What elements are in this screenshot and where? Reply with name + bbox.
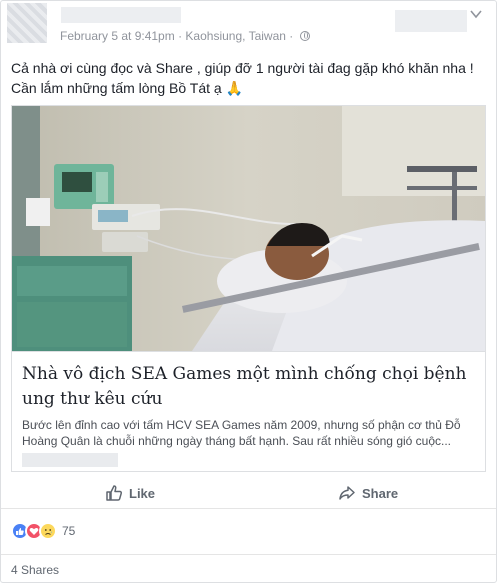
redacted-area [395, 10, 467, 32]
author-avatar[interactable] [7, 3, 47, 43]
chevron-down-icon[interactable] [470, 9, 482, 19]
message-line: Cần lắm những tấm lòng Bồ Tát ạ 🙏 [11, 80, 243, 96]
shares-count[interactable]: 4 Shares [11, 563, 59, 577]
meta-separator: · [289, 29, 294, 43]
link-title[interactable]: Nhà vô địch SEA Games một mình chống chọ… [22, 362, 477, 412]
thumbs-up-icon [106, 485, 123, 501]
globe-icon[interactable] [299, 31, 310, 41]
reaction-count[interactable]: 75 [62, 524, 75, 538]
link-domain-redacted [22, 453, 118, 467]
post-location[interactable]: Kaohsiung, Taiwan [185, 29, 286, 43]
post-message: Cả nhà ơi cùng đọc và Share , giúp đỡ 1 … [11, 58, 491, 98]
post-actions-bar: Like Share [1, 477, 496, 509]
sad-reaction-icon [39, 522, 57, 540]
link-preview-card[interactable]: Nhà vô địch SEA Games một mình chống chọ… [11, 105, 486, 472]
description-line: Bước lên đỉnh cao với tấm HCV SEA Games … [22, 418, 461, 432]
hospital-photo [12, 106, 485, 351]
author-name-redacted [61, 7, 181, 23]
like-label: Like [129, 485, 156, 501]
post-timestamp[interactable]: February 5 at 9:41pm [60, 29, 175, 43]
shares-row: 4 Shares [1, 554, 496, 583]
link-preview-body[interactable]: Nhà vô địch SEA Games một mình chống chọ… [12, 351, 485, 471]
link-preview-image[interactable] [12, 106, 485, 351]
share-button[interactable]: Share [338, 481, 398, 505]
post-header: February 5 at 9:41pm · Kaohsiung, Taiwan… [1, 1, 496, 51]
facebook-post: February 5 at 9:41pm · Kaohsiung, Taiwan… [0, 0, 497, 583]
share-label: Share [362, 485, 399, 501]
reactions-summary[interactable]: 75 [11, 521, 75, 541]
message-line: Cả nhà ơi cùng đọc và Share , giúp đỡ 1 … [11, 60, 474, 76]
description-line: Hoàng Quân là chuỗi những ngày tháng bất… [22, 434, 452, 448]
link-description: Bước lên đỉnh cao với tấm HCV SEA Games … [22, 417, 482, 449]
post-meta: February 5 at 9:41pm · Kaohsiung, Taiwan… [60, 29, 310, 43]
like-button[interactable]: Like [105, 481, 155, 505]
meta-separator: · [178, 29, 183, 43]
share-arrow-icon [339, 486, 355, 500]
